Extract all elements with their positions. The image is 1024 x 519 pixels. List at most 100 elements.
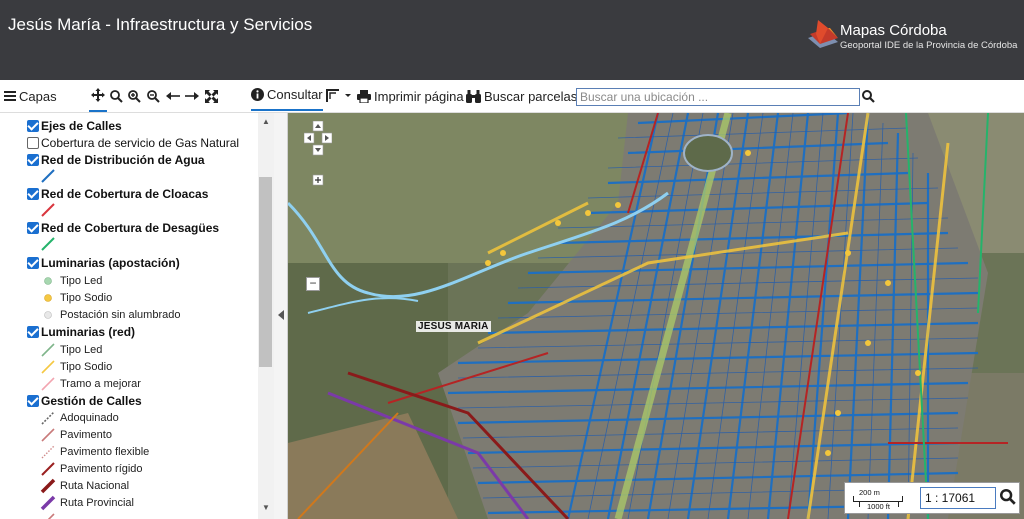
- search-parcels-label: Buscar parcelas: [484, 88, 578, 104]
- layer-checkbox-checked[interactable]: [27, 222, 39, 234]
- layer-label: Ejes de Calles: [41, 119, 122, 133]
- layers-panel: Ejes de Calles Cobertura de servicio de …: [0, 113, 274, 519]
- sodio-line-symbol: [41, 360, 55, 374]
- consultar-button[interactable]: Consultar: [251, 80, 323, 111]
- scale-imperial-label: 1000 ft: [867, 502, 890, 511]
- layer-checkbox-checked[interactable]: [27, 326, 39, 338]
- sin-alumbrado-point-symbol: [44, 311, 52, 319]
- printer-icon: [357, 89, 371, 103]
- scrollbar-thumb[interactable]: [259, 177, 272, 367]
- cloacas-line-symbol: [41, 203, 55, 217]
- layers-menu-button[interactable]: Capas: [4, 80, 57, 112]
- next-extent-button[interactable]: [183, 80, 201, 112]
- previous-extent-button[interactable]: [164, 80, 182, 112]
- arrow-left-icon: [166, 92, 180, 100]
- layer-gas-natural[interactable]: Cobertura de servicio de Gas Natural: [27, 135, 239, 151]
- layer-desagues[interactable]: Red de Cobertura de Desagües: [27, 220, 219, 236]
- sodio-point-symbol: [44, 294, 52, 302]
- legend-item: Ruta Provincial: [60, 497, 134, 509]
- print-page-button[interactable]: Imprimir página: [357, 80, 464, 112]
- pan-tool-button[interactable]: [89, 80, 107, 112]
- layer-label: Red de Cobertura de Cloacas: [41, 187, 209, 201]
- pan-arrows-icon: [91, 88, 105, 102]
- layer-ejes-calles[interactable]: Ejes de Calles: [27, 118, 122, 134]
- scale-value-input[interactable]: 1 : 17061: [920, 487, 996, 509]
- layer-checkbox-checked[interactable]: [27, 188, 39, 200]
- layer-luminarias-red[interactable]: Luminarias (red): [27, 324, 135, 340]
- brand[interactable]: Mapas Córdoba Geoportal IDE de la Provin…: [804, 16, 1019, 60]
- layer-label: Luminarias (red): [41, 325, 136, 339]
- layer-checkbox-checked[interactable]: [27, 120, 39, 132]
- scale-search-icon[interactable]: [1000, 489, 1016, 505]
- binoculars-icon: [466, 89, 481, 103]
- arrow-right-icon: [185, 92, 199, 100]
- layer-label: Luminarias (apostación): [41, 256, 180, 270]
- layer-checkbox-checked[interactable]: [27, 154, 39, 166]
- scroll-up-arrow[interactable]: ▲: [258, 117, 274, 129]
- legend-item: Pavimento rígido: [60, 463, 143, 475]
- layer-checkbox-unchecked[interactable]: [27, 137, 39, 149]
- zoom-in-button[interactable]: [125, 80, 143, 112]
- layer-luminarias-apostacion[interactable]: Luminarias (apostación): [27, 255, 180, 271]
- legend-item: Pavimento flexible: [60, 446, 150, 458]
- zoom-out-icon: [146, 89, 160, 103]
- layer-cloacas[interactable]: Red de Cobertura de Cloacas: [27, 186, 208, 202]
- map-navigation-control[interactable]: [304, 121, 332, 201]
- brand-name: Mapas Córdoba: [840, 22, 947, 39]
- layer-checkbox-checked[interactable]: [27, 257, 39, 269]
- legend-item: Tipo Sodio: [60, 292, 113, 304]
- layer-label: Gestión de Calles: [41, 394, 142, 408]
- scroll-down-arrow[interactable]: ▼: [258, 503, 274, 515]
- layer-checkbox-checked[interactable]: [27, 395, 39, 407]
- mapas-cordoba-logo: [808, 20, 838, 48]
- page-title: Jesús María - Infraestructura y Servicio…: [8, 15, 313, 34]
- select-tool-dropdown[interactable]: [326, 80, 352, 112]
- hamburger-icon: [4, 91, 16, 101]
- legend-item: Pavimento: [60, 429, 112, 441]
- legend-item: Tipo Led: [60, 344, 103, 356]
- zoom-out-button[interactable]: [144, 80, 162, 112]
- legend-item: Tramo a mejorar: [60, 378, 141, 390]
- zoom-tool-button[interactable]: [107, 80, 125, 112]
- map-viewport[interactable]: − JESUS MARIA 200 m 1000 ft 1 : 17061: [288, 113, 1024, 519]
- collapse-left-icon[interactable]: [277, 310, 285, 320]
- layer-gestion-calles[interactable]: Gestión de Calles: [27, 393, 142, 409]
- pavimento-line-symbol: [41, 428, 55, 442]
- caret-down-icon: [345, 94, 351, 97]
- zoom-in-icon: [127, 89, 141, 103]
- layer-label: Red de Cobertura de Desagües: [41, 221, 220, 235]
- ruta-provincial-line-symbol: [40, 495, 56, 511]
- expand-icon: [204, 89, 218, 103]
- legend-item: Tipo Led: [60, 275, 103, 287]
- tramo-mejorar-line-symbol: [41, 377, 55, 391]
- pavimento-rigido-line-symbol: [41, 462, 55, 476]
- legend-item: Ruta Nacional: [60, 480, 130, 492]
- toolbar: Capas Consultar Imprimir página Buscar p…: [0, 80, 1024, 113]
- search-icon: [862, 89, 875, 103]
- led-line-symbol: [41, 343, 55, 357]
- town-label: JESUS MARIA: [416, 321, 491, 332]
- legend-item: Tipo Sodio: [60, 361, 113, 373]
- layer-label: Cobertura de servicio de Gas Natural: [41, 136, 240, 150]
- desagues-line-symbol: [41, 237, 55, 251]
- magnifier-icon: [109, 89, 123, 103]
- layer-agua[interactable]: Red de Distribución de Agua: [27, 152, 205, 168]
- layers-menu-label: Capas: [19, 88, 57, 104]
- pavimento-flexible-line-symbol: [41, 445, 55, 459]
- app-header: Jesús María - Infraestructura y Servicio…: [0, 0, 1024, 80]
- location-search-input[interactable]: [576, 88, 860, 106]
- led-point-symbol: [44, 277, 52, 285]
- partial-line-symbol: [47, 513, 55, 519]
- map-canvas: [288, 113, 1024, 519]
- legend-item: Adoquinado: [60, 412, 119, 424]
- consultar-label: Consultar: [267, 87, 323, 102]
- info-icon: [251, 88, 264, 101]
- select-area-icon: [326, 89, 339, 102]
- ruta-nacional-line-symbol: [40, 478, 56, 494]
- adoquinado-line-symbol: [41, 411, 55, 425]
- zoom-out-map-button[interactable]: −: [306, 277, 320, 291]
- search-parcels-button[interactable]: Buscar parcelas: [466, 80, 577, 112]
- location-search-button[interactable]: [862, 80, 878, 112]
- full-extent-button[interactable]: [202, 80, 220, 112]
- legend-item: Postación sin alumbrado: [60, 309, 181, 321]
